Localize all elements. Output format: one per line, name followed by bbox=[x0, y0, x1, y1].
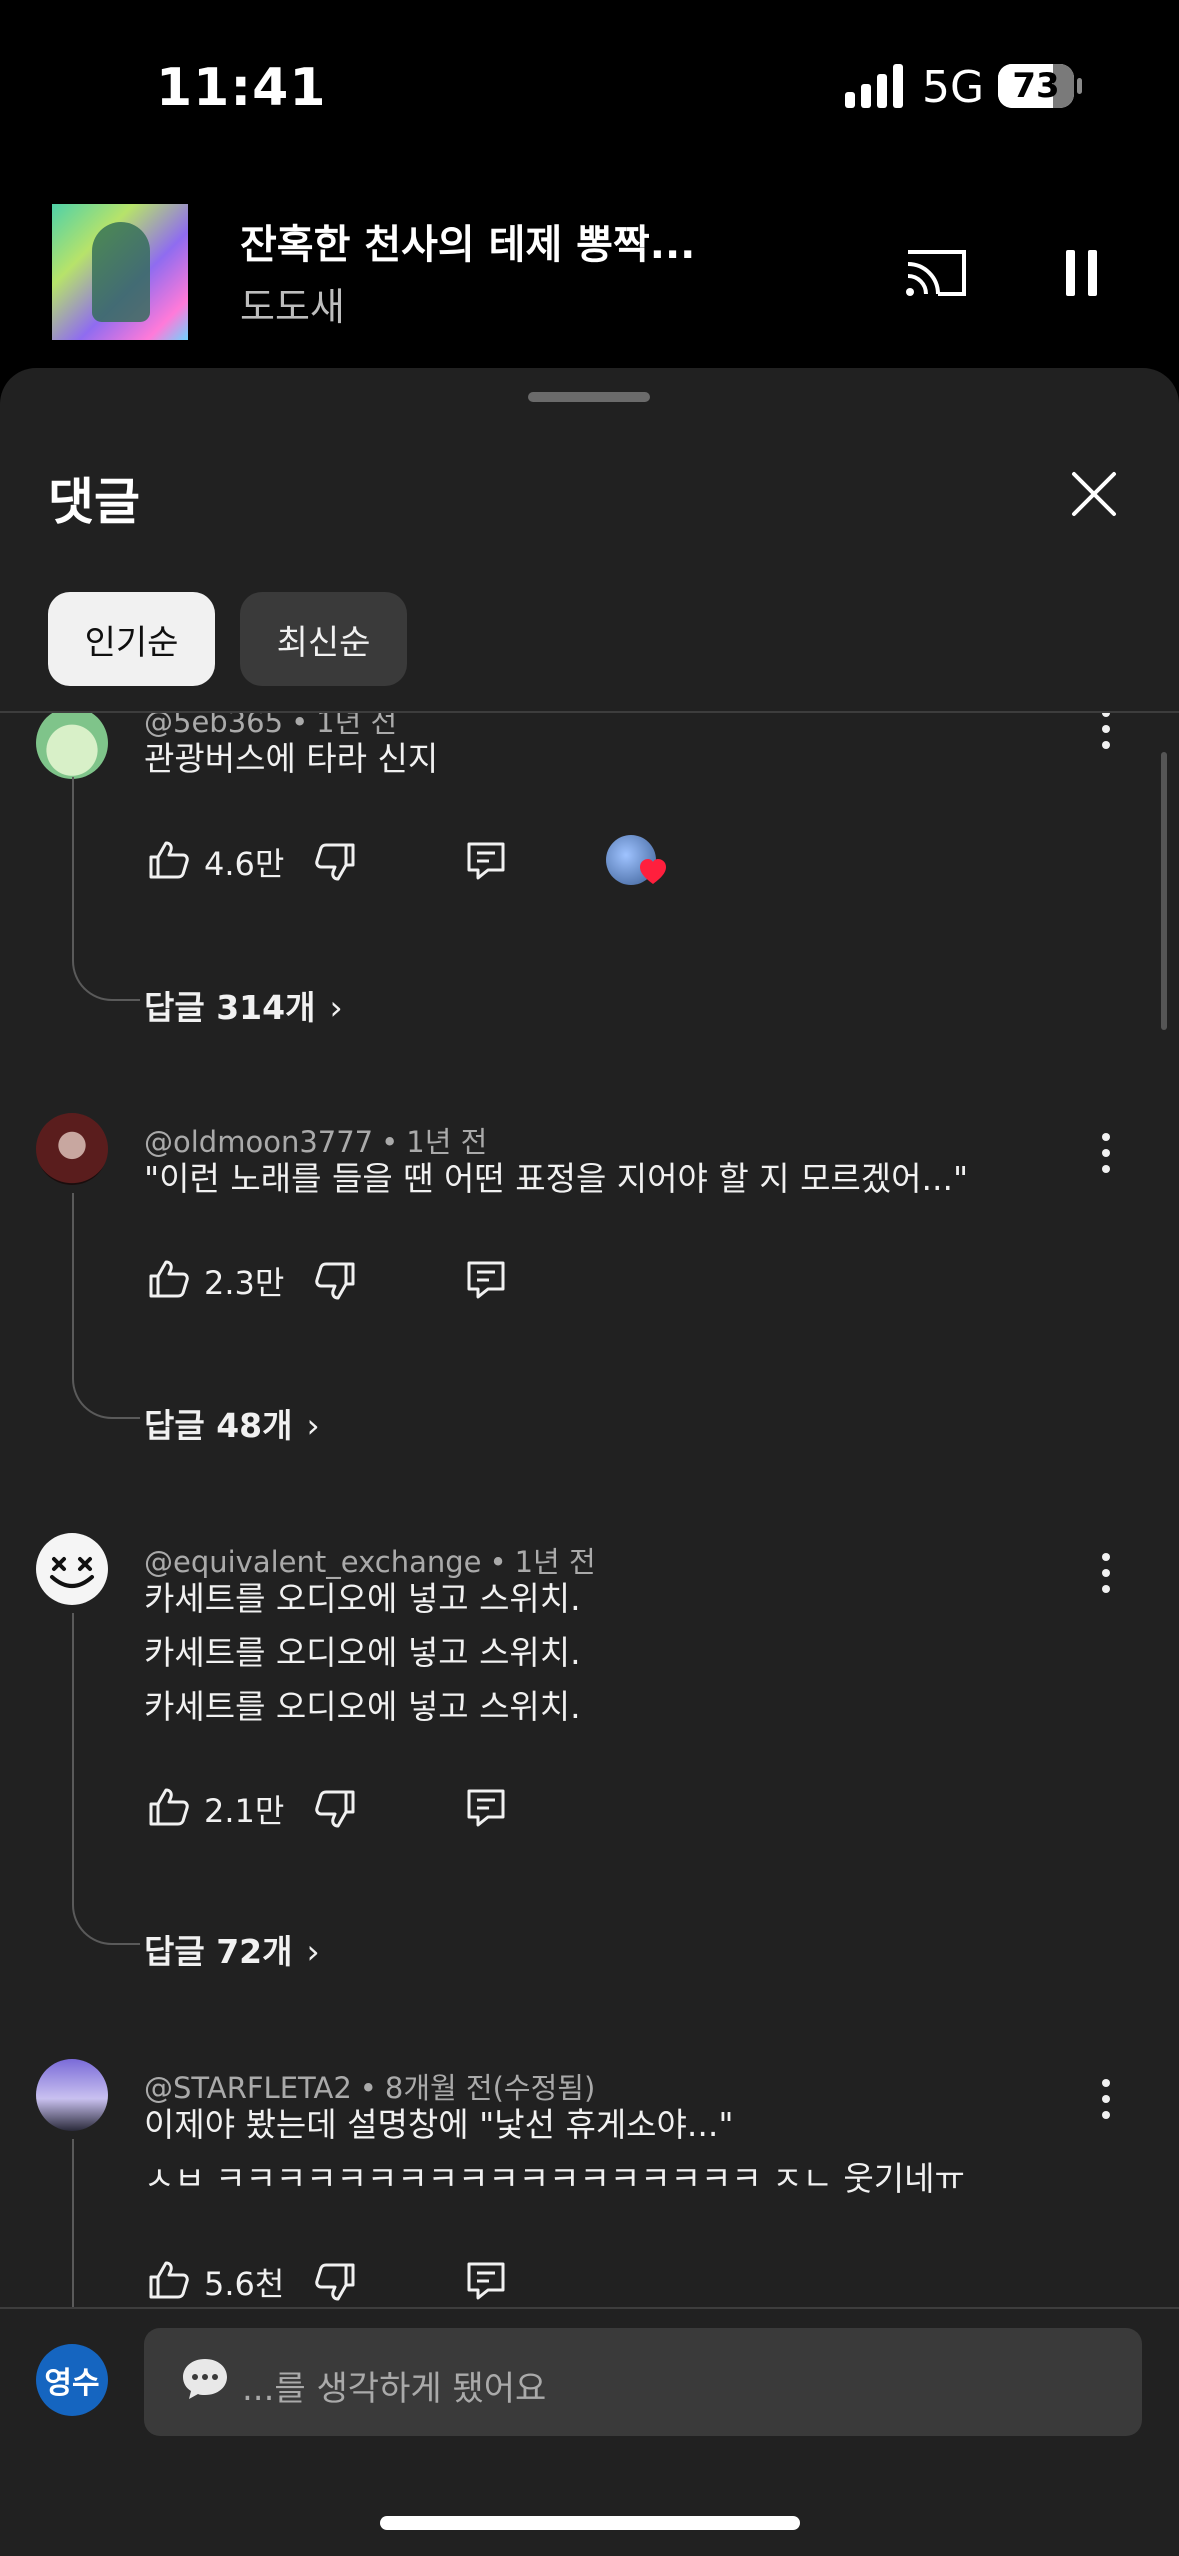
reply-icon[interactable] bbox=[466, 1788, 506, 1828]
dislike-icon[interactable] bbox=[314, 841, 356, 883]
cast-icon[interactable] bbox=[904, 246, 968, 298]
speech-bubble-icon bbox=[183, 2359, 227, 2399]
battery-percent: 73 bbox=[1012, 66, 1060, 106]
dislike-icon[interactable] bbox=[314, 1788, 356, 1830]
cellular-signal-icon bbox=[845, 64, 903, 108]
marshmello-face bbox=[50, 1557, 94, 1588]
like-icon[interactable] bbox=[148, 2259, 190, 2301]
dislike-icon[interactable] bbox=[314, 1260, 356, 1302]
mini-player-artist[interactable]: 도도새 bbox=[240, 276, 345, 331]
drag-handle[interactable] bbox=[528, 392, 650, 402]
battery-indicator: 73 bbox=[998, 64, 1074, 108]
like-icon[interactable] bbox=[148, 1786, 190, 1828]
more-vert-icon[interactable] bbox=[1096, 2079, 1116, 2119]
close-icon[interactable] bbox=[1070, 470, 1118, 518]
like-icon[interactable] bbox=[148, 839, 190, 881]
thumbnail-art bbox=[92, 222, 150, 322]
comment-text: "이런 노래를 들을 땐 어떤 표정을 지어야 할 지 모르겠어..." bbox=[144, 1152, 968, 1206]
comment-line: 카세트를 오디오에 넣고 스위치. bbox=[144, 1579, 581, 1618]
comment-actions: 2.3만 bbox=[144, 1254, 744, 1304]
thread-line bbox=[72, 777, 140, 1001]
comment-line: "이런 노래를 들을 땐 어떤 표정을 지어야 할 지 모르겠어..." bbox=[144, 1159, 969, 1198]
more-vert-icon[interactable] bbox=[1096, 713, 1116, 749]
chevron-right-icon: › bbox=[306, 1406, 320, 1445]
battery-cap bbox=[1077, 78, 1082, 94]
thread-line bbox=[72, 2139, 140, 2309]
comment-line: 관광버스에 타라 신지 bbox=[144, 739, 439, 778]
chevron-right-icon: › bbox=[306, 1932, 320, 1971]
mini-player-title[interactable]: 잔혹한 천사의 테제 뽕짝... bbox=[240, 212, 695, 270]
like-count: 2.3만 bbox=[204, 1264, 285, 1302]
like-count: 2.1만 bbox=[204, 1792, 285, 1830]
comment-line: 카세트를 오디오에 넣고 스위치. bbox=[144, 1633, 581, 1672]
comment-line: 이제야 봤는데 설명창에 "낯선 휴게소야..." bbox=[144, 2105, 734, 2144]
like-icon[interactable] bbox=[148, 1258, 190, 1300]
comments-title: 댓글 bbox=[48, 473, 140, 531]
comment-actions: 4.6만 bbox=[144, 835, 744, 885]
more-vert-icon[interactable] bbox=[1096, 1133, 1116, 1173]
avatar[interactable] bbox=[36, 2059, 108, 2131]
avatar[interactable] bbox=[36, 1533, 108, 1605]
replies-label: 답글 314개 bbox=[144, 988, 316, 1027]
replies-label: 답글 48개 bbox=[144, 1406, 293, 1445]
thread-line bbox=[72, 1193, 140, 1419]
view-replies-button[interactable]: 답글 48개 › bbox=[144, 1399, 320, 1447]
status-time: 11:41 bbox=[156, 58, 327, 118]
home-indicator[interactable] bbox=[380, 2516, 800, 2530]
scrollbar[interactable] bbox=[1161, 752, 1167, 1030]
network-type: 5G bbox=[922, 62, 985, 113]
input-divider bbox=[0, 2307, 1179, 2309]
chevron-right-icon: › bbox=[329, 988, 343, 1027]
sort-chip-newest[interactable]: 최신순 bbox=[240, 592, 407, 686]
thread-line bbox=[72, 1613, 140, 1945]
view-replies-button[interactable]: 답글 314개 › bbox=[144, 981, 343, 1029]
dislike-icon[interactable] bbox=[314, 2261, 356, 2303]
view-replies-button[interactable]: 답글 72개 › bbox=[144, 1925, 320, 1973]
like-count: 4.6만 bbox=[204, 845, 285, 883]
reply-icon[interactable] bbox=[466, 2261, 506, 2301]
avatar[interactable] bbox=[36, 1113, 108, 1185]
heart-icon bbox=[640, 859, 666, 884]
pause-icon[interactable] bbox=[1062, 250, 1100, 296]
like-count: 5.6천 bbox=[204, 2265, 285, 2303]
comment-text: 이제야 봤는데 설명창에 "낯선 휴게소야..." ㅅㅂ ㅋㅋㅋㅋㅋㅋㅋㅋㅋㅋㅋ… bbox=[144, 2098, 965, 2206]
comment-line: ㅅㅂ ㅋㅋㅋㅋㅋㅋㅋㅋㅋㅋㅋㅋㅋㅋㅋㅋㅋㅋ ㅈㄴ 웃기네ㅠ bbox=[144, 2159, 965, 2198]
avatar[interactable] bbox=[36, 713, 108, 779]
comment-actions: 5.6천 bbox=[144, 2255, 744, 2305]
comment-input-placeholder[interactable]: ...를 생각하게 됐어요 bbox=[242, 2361, 546, 2410]
reply-icon[interactable] bbox=[466, 841, 506, 881]
sort-chip-top[interactable]: 인기순 bbox=[48, 592, 215, 686]
comment-line: 카세트를 오디오에 넣고 스위치. bbox=[144, 1687, 581, 1726]
more-vert-icon[interactable] bbox=[1096, 1553, 1116, 1593]
comment-actions: 2.1만 bbox=[144, 1782, 744, 1832]
comment-list[interactable]: @5eb365 • 1년 전 관광버스에 타라 신지 4.6만 답글 314개 › @… bbox=[0, 713, 1179, 2309]
comment-text: 카세트를 오디오에 넣고 스위치. 카세트를 오디오에 넣고 스위치. 카세트를… bbox=[144, 1572, 581, 1734]
reply-icon[interactable] bbox=[466, 1260, 506, 1300]
my-avatar[interactable]: 영수 bbox=[36, 2344, 108, 2416]
comment-text: 관광버스에 타라 신지 bbox=[144, 732, 438, 786]
replies-label: 답글 72개 bbox=[144, 1932, 293, 1971]
